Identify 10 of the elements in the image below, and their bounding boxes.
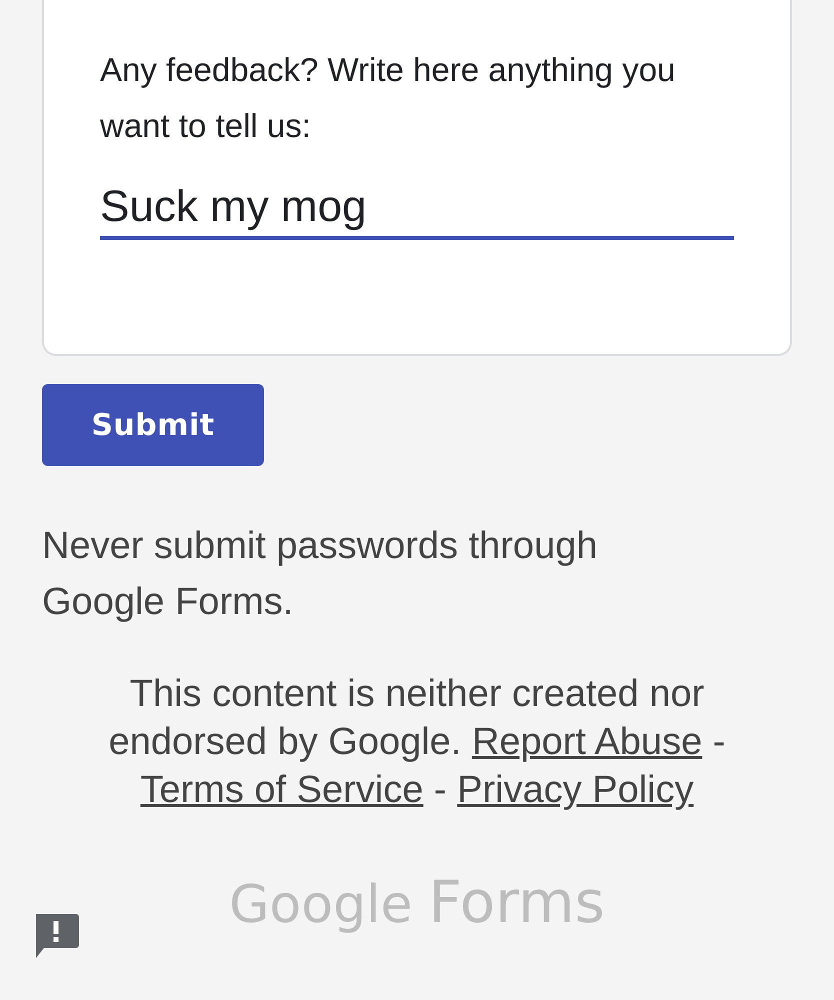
footer-link[interactable]: Report Abuse bbox=[472, 721, 702, 763]
password-warning: Never submit passwords through Google Forms. bbox=[42, 524, 598, 625]
separator: - bbox=[434, 769, 447, 811]
separator: - bbox=[712, 721, 726, 763]
question-label: Any feedback? Write here anything you want to tell us: bbox=[100, 50, 676, 146]
submit-button[interactable]: Submit bbox=[42, 384, 264, 466]
footer-link[interactable]: Terms of Service bbox=[140, 769, 424, 811]
footer-link[interactable]: Privacy Policy bbox=[457, 769, 694, 811]
answer-field[interactable]: Suck my mog bbox=[100, 182, 734, 240]
footer-text: This content is neither created nor endorsed by Google. Report Abuse - Terms of Service - Privacy Policy bbox=[108, 672, 726, 813]
